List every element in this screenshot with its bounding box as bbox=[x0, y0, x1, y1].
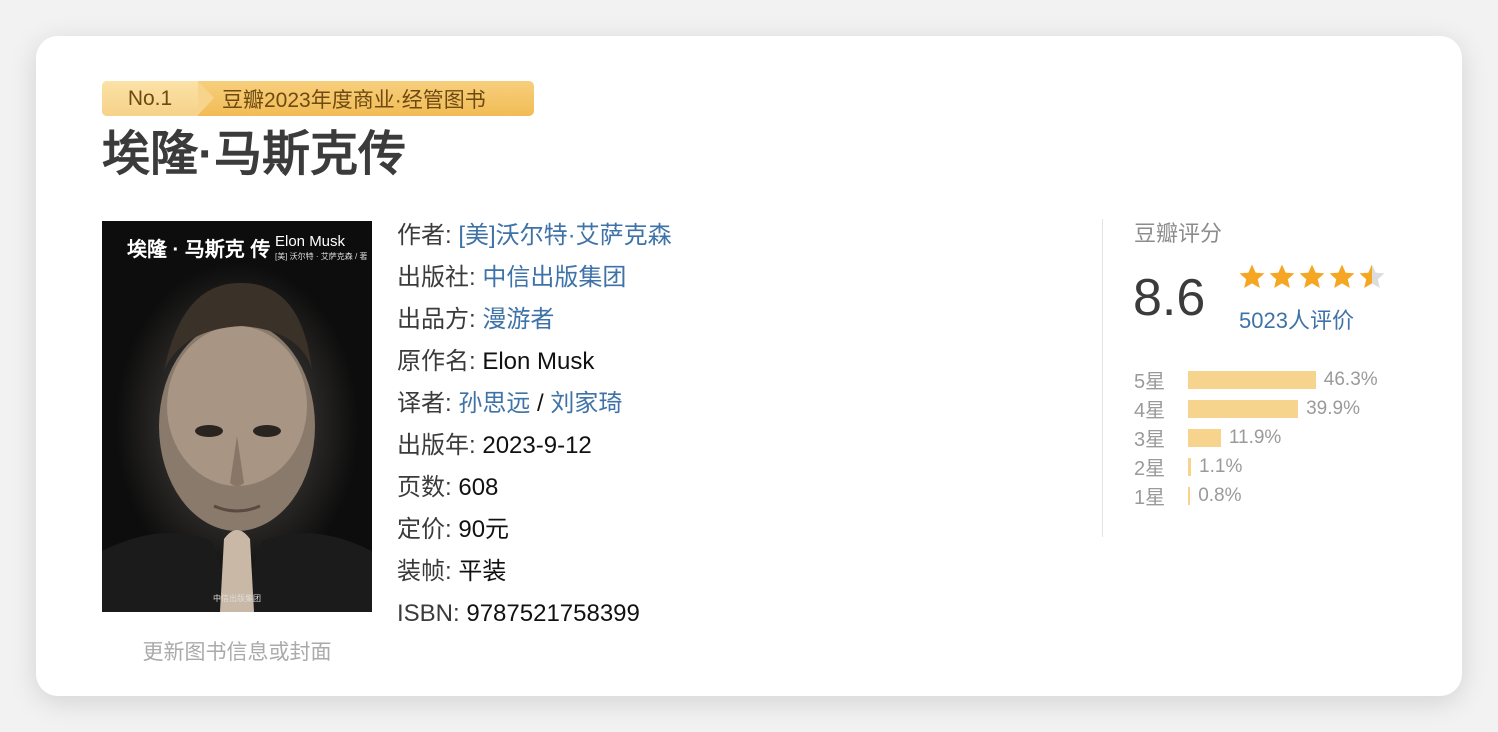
info-label: 出版年: bbox=[397, 432, 476, 459]
info-pages: 页数: 608 bbox=[397, 467, 672, 509]
binding-value: 平装 bbox=[458, 558, 507, 585]
star-icon bbox=[1329, 264, 1355, 288]
distribution-percent: 0.8% bbox=[1198, 484, 1242, 506]
cover-title-english: Elon Musk bbox=[275, 233, 346, 250]
publish-year-value: 2023-9-12 bbox=[482, 432, 592, 459]
distribution-bar bbox=[1188, 457, 1192, 476]
info-label: ISBN: bbox=[397, 600, 460, 627]
distribution-label: 4星 bbox=[1134, 400, 1166, 422]
info-label: 装帧: bbox=[397, 558, 452, 585]
original-title-value: Elon Musk bbox=[482, 348, 595, 375]
ranking-badge[interactable]: No.1 豆瓣2023年度商业·经管图书 bbox=[102, 81, 534, 116]
info-author: 作者: [美]沃尔特·艾萨克森 bbox=[397, 215, 672, 257]
distribution-label: 5星 bbox=[1134, 371, 1166, 393]
ranking-number: No.1 bbox=[102, 81, 214, 116]
distribution-row: 2星 1.1% bbox=[1134, 452, 1378, 481]
rating-distribution: 5星 46.3% 4星 39.9% 3星 11.9% 2星 1.1% 1星 0.8% bbox=[1134, 365, 1378, 510]
distribution-percent: 1.1% bbox=[1199, 455, 1243, 477]
pages-value: 608 bbox=[458, 474, 499, 501]
translator-link-1[interactable]: 孙思远 bbox=[458, 390, 530, 417]
distribution-bar bbox=[1188, 399, 1299, 418]
distribution-bar bbox=[1188, 486, 1191, 505]
info-producer: 出品方: 漫游者 bbox=[397, 299, 672, 341]
price-value: 90元 bbox=[458, 516, 510, 543]
translator-link-2[interactable]: 刘家琦 bbox=[550, 390, 622, 417]
info-label: 出版社: bbox=[397, 264, 476, 291]
distribution-bar bbox=[1188, 370, 1316, 389]
info-label: 页数: bbox=[397, 474, 452, 501]
distribution-row: 3星 11.9% bbox=[1134, 423, 1378, 452]
info-price: 定价: 90元 bbox=[397, 509, 672, 551]
distribution-label: 2星 bbox=[1134, 458, 1166, 480]
star-icon bbox=[1239, 264, 1265, 288]
distribution-percent: 11.9% bbox=[1228, 426, 1282, 448]
publisher-link[interactable]: 中信出版集团 bbox=[482, 264, 626, 291]
distribution-bar bbox=[1188, 428, 1221, 447]
book-info: 作者: [美]沃尔特·艾萨克森 出版社: 中信出版集团 出品方: 漫游者 原作名… bbox=[397, 215, 672, 635]
info-label: 作者: bbox=[397, 222, 452, 249]
info-publisher: 出版社: 中信出版集团 bbox=[397, 257, 672, 299]
info-label: 定价: bbox=[397, 516, 452, 543]
distribution-percent: 39.9% bbox=[1306, 397, 1360, 419]
rating-score: 8.6 bbox=[1133, 269, 1206, 327]
rating-count-link[interactable]: 5023人评价 bbox=[1239, 303, 1354, 335]
distribution-label: 3星 bbox=[1134, 429, 1166, 451]
star-icon bbox=[1299, 264, 1325, 288]
distribution-label: 1星 bbox=[1134, 487, 1166, 509]
star-icon bbox=[1359, 264, 1385, 288]
rating-stars bbox=[1238, 263, 1387, 291]
info-label: 原作名: bbox=[397, 348, 476, 375]
rating-divider bbox=[1102, 219, 1103, 537]
isbn-value: 9787521758399 bbox=[466, 600, 640, 627]
book-title: 埃隆·马斯克传 bbox=[102, 128, 406, 181]
cover-portrait bbox=[102, 282, 372, 612]
update-info-link[interactable]: 更新图书信息或封面 bbox=[102, 636, 372, 666]
info-translator: 译者: 孙思远 / 刘家琦 bbox=[397, 383, 672, 425]
info-label: 译者: bbox=[397, 390, 452, 417]
book-cover[interactable]: 埃隆 · 马斯克 传 Elon Musk [美] 沃尔特 · 艾萨克森 / 著 … bbox=[102, 221, 372, 612]
cover-publisher: 中信出版集团 bbox=[213, 594, 261, 603]
distribution-row: 5星 46.3% bbox=[1134, 365, 1378, 394]
rating-label: 豆瓣评分 bbox=[1134, 221, 1223, 246]
info-binding: 装帧: 平装 bbox=[397, 551, 672, 593]
ranking-text: 豆瓣2023年度商业·经管图书 bbox=[222, 88, 486, 112]
distribution-row: 4星 39.9% bbox=[1134, 394, 1378, 423]
info-original-title: 原作名: Elon Musk bbox=[397, 341, 672, 383]
info-publish-year: 出版年: 2023-9-12 bbox=[397, 425, 672, 467]
translator-separator: / bbox=[530, 390, 551, 417]
distribution-row: 1星 0.8% bbox=[1134, 481, 1378, 510]
cover-title-chinese: 埃隆 · 马斯克 传 bbox=[127, 239, 271, 261]
producer-link[interactable]: 漫游者 bbox=[482, 306, 554, 333]
info-isbn: ISBN: 9787521758399 bbox=[397, 593, 672, 635]
info-label: 出品方: bbox=[397, 306, 476, 333]
author-link[interactable]: [美]沃尔特·艾萨克森 bbox=[458, 222, 671, 249]
star-icon bbox=[1269, 264, 1295, 288]
cover-author: [美] 沃尔特 · 艾萨克森 / 著 bbox=[275, 252, 368, 261]
distribution-percent: 46.3% bbox=[1323, 368, 1378, 390]
